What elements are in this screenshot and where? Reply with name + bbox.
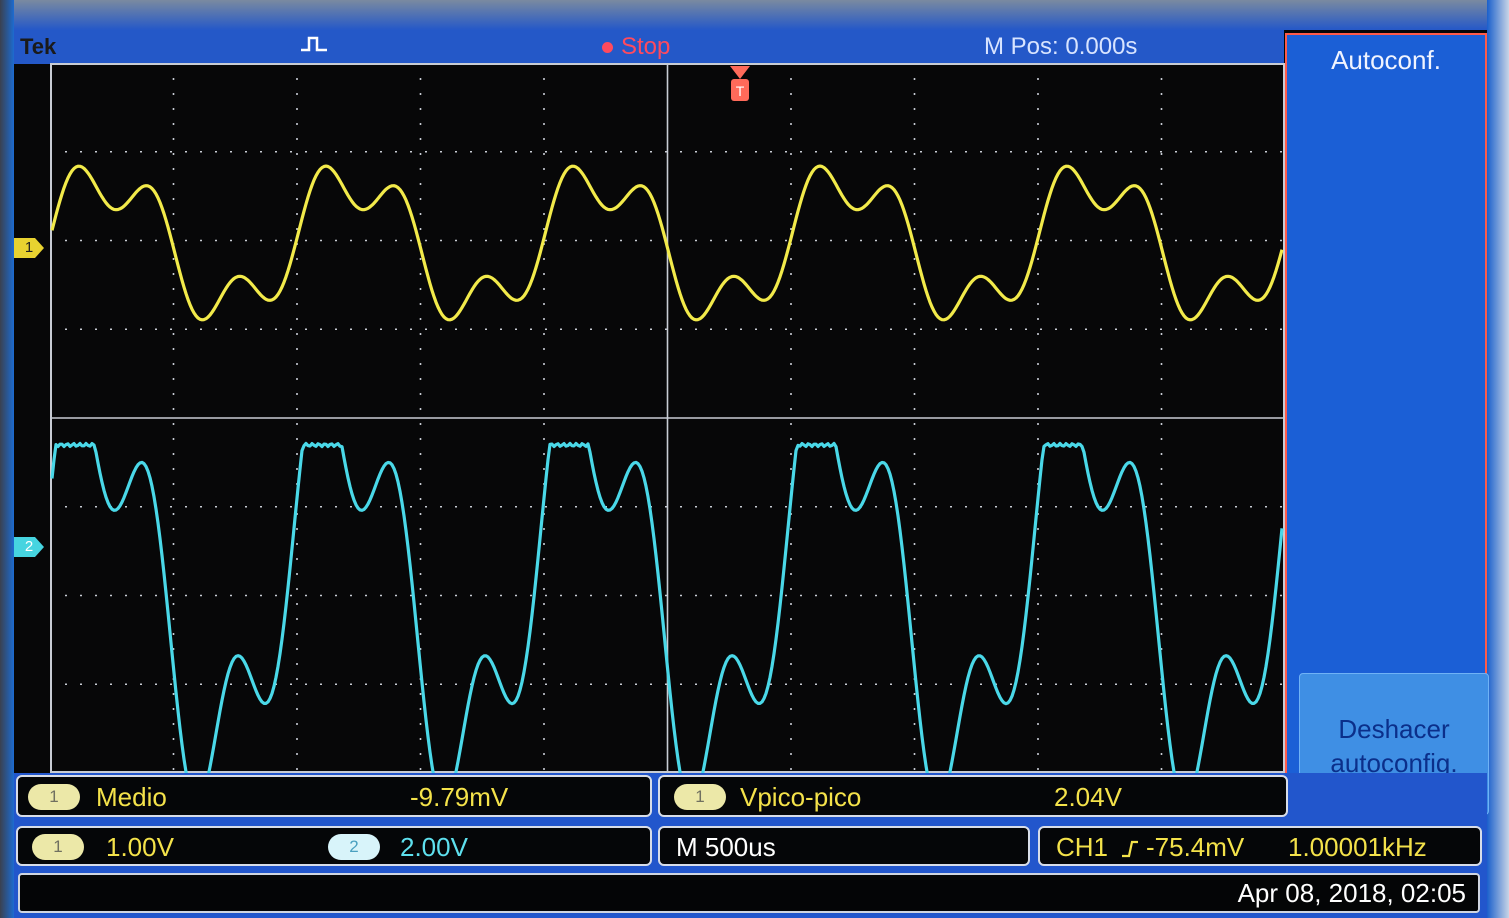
undo-label-line1: Deshacer (1338, 714, 1450, 744)
ch1-scale: 1.00V (106, 832, 174, 862)
status-header: Tek Stop M Pos: 0.000s (14, 30, 1284, 64)
side-menu-title: Autoconf. (1331, 45, 1441, 75)
measurement-value: 2.04V (1054, 782, 1122, 812)
timebase-readout: M 500us (658, 826, 1030, 866)
trigger-readout: CH1 -75.4mV 1.00001kHz (1038, 826, 1482, 866)
rising-edge-icon (1120, 836, 1140, 867)
oscilloscope-screen: Tek Stop M Pos: 0.000s T 1 2 Autoconf. D… (0, 0, 1509, 918)
measurement-mean: 1 Medio -9.79mV (16, 775, 652, 817)
ch2-badge: 2 (328, 834, 380, 860)
trigger-level: -75.4mV (1146, 832, 1245, 862)
screen-bezel-right (1487, 0, 1509, 918)
ch1-badge: 1 (32, 834, 84, 860)
trigger-frequency: 1.00001kHz (1288, 832, 1427, 862)
ch2-scale: 2.00V (400, 832, 468, 862)
trigger-source: CH1 (1056, 832, 1109, 862)
svg-text:T: T (736, 83, 745, 99)
measurement-value: -9.79mV (410, 782, 509, 812)
timebase-value: M 500us (676, 832, 776, 862)
pulse-icon (299, 30, 329, 64)
autoconfig-side-menu: Autoconf. Deshacer autoconfig. (1285, 33, 1489, 818)
top-strip (14, 0, 1487, 30)
trigger-position-marker-icon: T (730, 66, 750, 101)
run-state-label: Stop (621, 33, 671, 60)
screen-bezel-left (0, 0, 14, 918)
measurement-peak-to-peak: 1 Vpico-pico 2.04V (658, 775, 1288, 817)
channel-badge: 1 (674, 784, 726, 810)
stop-dot-icon (602, 42, 613, 54)
waveform-display: T (50, 63, 1285, 773)
run-state-indicator: Stop (602, 30, 670, 64)
channel-badge: 1 (28, 784, 80, 810)
ch1-ground-marker[interactable]: 1 (14, 238, 44, 258)
horizontal-position-readout: M Pos: 0.000s (984, 33, 1138, 60)
measurement-name: Vpico-pico (740, 782, 862, 812)
measurement-name: Medio (96, 782, 167, 812)
vertical-scale-readout: 1 1.00V 2 2.00V (16, 826, 652, 866)
date-time-display: Apr 08, 2018, 02:05 (18, 873, 1480, 913)
brand-logo: Tek (20, 34, 57, 59)
ch2-ground-marker[interactable]: 2 (14, 537, 44, 557)
